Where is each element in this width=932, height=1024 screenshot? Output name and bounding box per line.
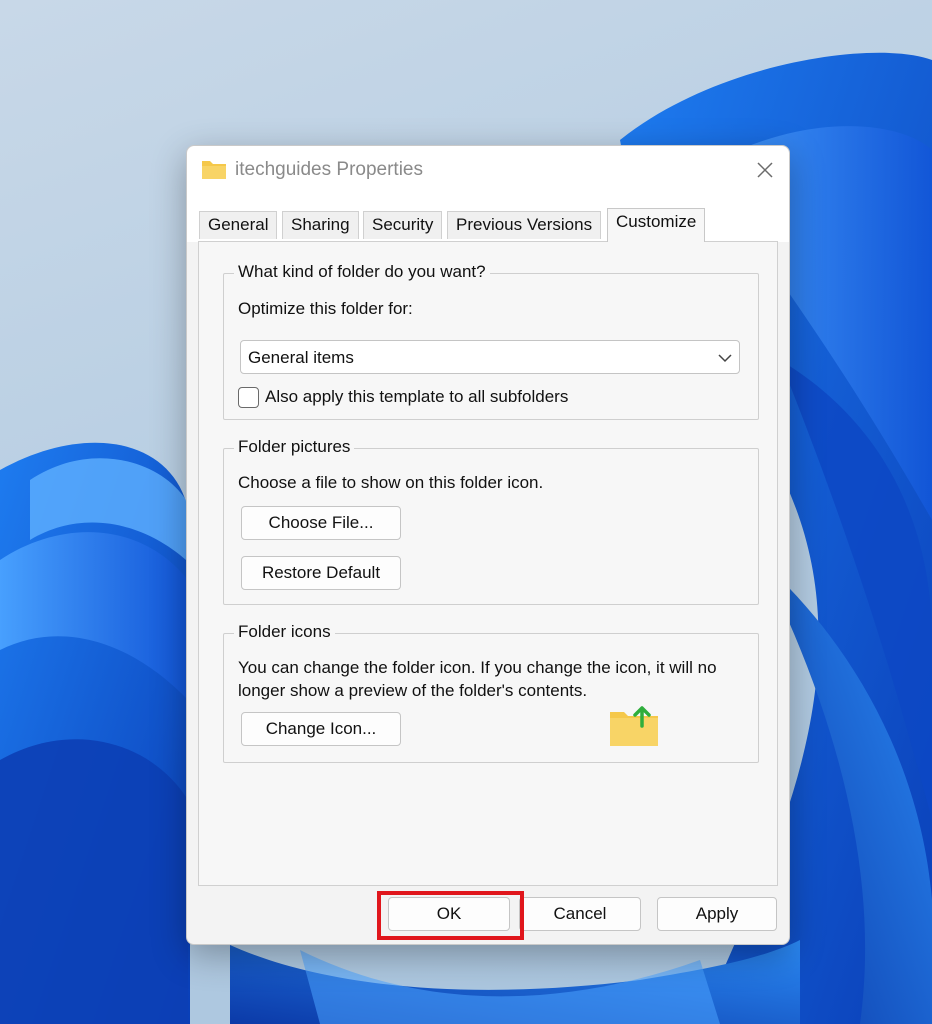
tab-general[interactable]: General bbox=[199, 211, 278, 239]
cancel-button[interactable]: Cancel bbox=[519, 897, 641, 931]
restore-default-button[interactable]: Restore Default bbox=[241, 556, 401, 590]
apply-button[interactable]: Apply bbox=[657, 897, 777, 931]
change-icon-button[interactable]: Change Icon... bbox=[241, 712, 401, 746]
dialog-title: itechguides Properties bbox=[235, 159, 423, 180]
chevron-down-icon bbox=[718, 354, 732, 363]
close-button[interactable] bbox=[747, 154, 783, 186]
title-bar[interactable]: itechguides Properties bbox=[187, 146, 789, 192]
folder-upload-icon bbox=[610, 706, 658, 746]
tab-sharing[interactable]: Sharing bbox=[282, 211, 359, 239]
folder-icons-description: You can change the folder icon. If you c… bbox=[238, 658, 717, 700]
customize-panel: What kind of folder do you want? Optimiz… bbox=[198, 241, 778, 886]
tab-customize[interactable]: Customize bbox=[607, 208, 706, 242]
folder-icon bbox=[202, 161, 226, 179]
apply-subfolders-checkbox[interactable] bbox=[238, 386, 259, 408]
tab-security[interactable]: Security bbox=[363, 211, 443, 239]
choose-file-button[interactable]: Choose File... bbox=[241, 506, 401, 540]
group-heading: Folder pictures bbox=[234, 437, 355, 457]
close-icon bbox=[757, 162, 773, 178]
tab-strip: General Sharing Security Previous Versio… bbox=[187, 192, 789, 242]
folder-type-group: What kind of folder do you want? Optimiz… bbox=[223, 262, 759, 420]
group-heading: What kind of folder do you want? bbox=[234, 262, 490, 282]
apply-subfolders-label[interactable]: Also apply this template to all subfolde… bbox=[265, 387, 568, 407]
optimize-label: Optimize this folder for: bbox=[238, 299, 413, 318]
dropdown-value: General items bbox=[248, 348, 354, 367]
folder-pictures-group: Folder pictures Choose a file to show on… bbox=[223, 437, 759, 605]
ok-button-highlight bbox=[377, 891, 524, 940]
tab-previous-versions[interactable]: Previous Versions bbox=[447, 211, 602, 239]
properties-dialog: itechguides Properties General Sharing S… bbox=[186, 145, 790, 945]
group-heading: Folder icons bbox=[234, 622, 335, 642]
folder-icons-group: Folder icons You can change the folder i… bbox=[223, 622, 759, 763]
folder-pictures-description: Choose a file to show on this folder ico… bbox=[238, 473, 544, 492]
apply-subfolders-row[interactable]: Also apply this template to all subfolde… bbox=[238, 386, 568, 408]
optimize-dropdown[interactable]: General items bbox=[240, 340, 740, 374]
